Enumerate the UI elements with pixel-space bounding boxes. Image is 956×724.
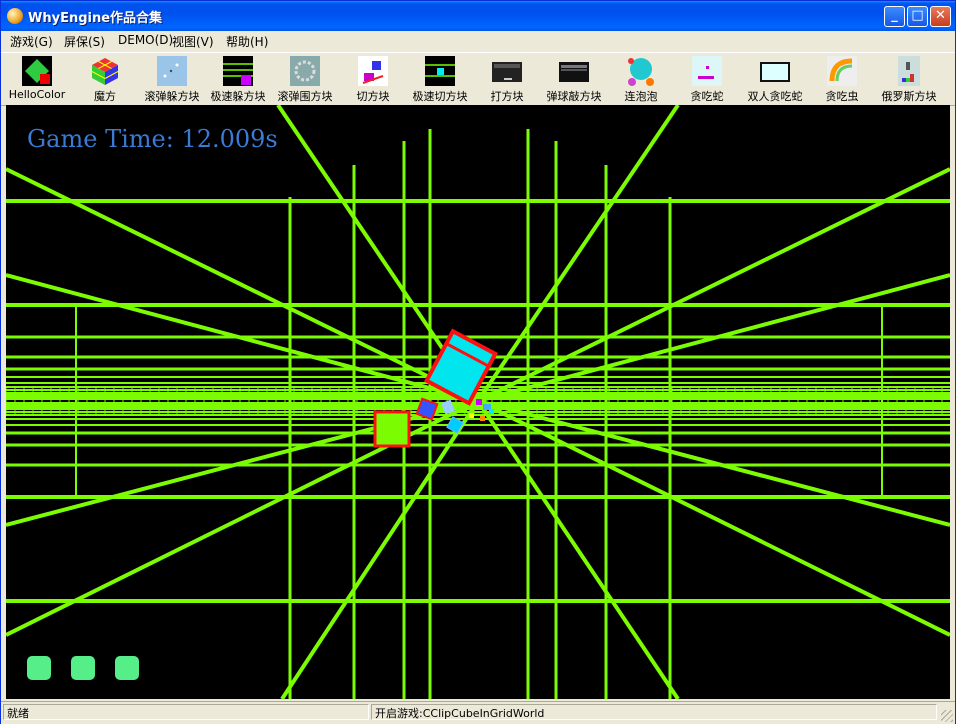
menu-game[interactable]: 游戏(G): [10, 33, 53, 50]
menu-view[interactable]: 视图(V): [172, 33, 214, 50]
tool-label: 极速切方块: [412, 90, 468, 103]
tool-rolling-ball-dodge[interactable]: 滚弹躲方块: [140, 55, 204, 103]
cut-cube-icon: [358, 56, 388, 86]
tool-speed-cut[interactable]: 极速切方块: [406, 55, 474, 103]
rolling-ball-surround-icon: [290, 56, 320, 86]
cube-fragments: [415, 397, 494, 434]
life-indicator: [71, 656, 95, 680]
hellocolor-icon: [22, 56, 52, 86]
tool-snake[interactable]: 贪吃蛇: [676, 55, 738, 103]
tool-two-player-snake[interactable]: 双人贪吃蛇: [741, 55, 809, 103]
speed-dodge-icon: [223, 56, 253, 86]
app-window: WhyEngine作品合集 _ □ ✕ 游戏(G) 屏保(S) DEMO(D) …: [0, 0, 956, 724]
app-icon: [7, 8, 23, 24]
tool-rubiks-cube[interactable]: 魔方: [73, 55, 137, 103]
tool-speed-dodge[interactable]: 极速躲方块: [206, 55, 270, 103]
worm-icon: [827, 56, 857, 86]
close-button[interactable]: ✕: [930, 6, 951, 27]
tool-hit-block[interactable]: 打方块: [477, 55, 537, 103]
hit-block-icon: [492, 62, 522, 82]
menu-demo[interactable]: DEMO(D): [118, 33, 173, 47]
menu-screensaver[interactable]: 屏保(S): [64, 33, 105, 50]
game-objects: [373, 328, 498, 448]
rolling-ball-dodge-icon: [157, 56, 187, 86]
tool-cut-cube[interactable]: 切方块: [342, 55, 404, 103]
bubble-icon: [628, 58, 654, 86]
speed-cut-icon: [425, 56, 455, 86]
tool-label: 魔方: [94, 90, 116, 103]
game-canvas[interactable]: Game Time: 12.009s: [6, 105, 950, 699]
tool-label: 连泡泡: [624, 90, 658, 103]
tool-label: 滚弹围方块: [277, 90, 333, 103]
title-bar[interactable]: WhyEngine作品合集 _ □ ✕: [1, 1, 955, 31]
tool-label: 打方块: [490, 90, 524, 103]
tool-label: 弹球敲方块: [546, 90, 602, 103]
tool-label: 双人贪吃蛇: [747, 90, 803, 103]
menu-bar: 游戏(G) 屏保(S) DEMO(D) 视图(V) 帮助(H): [1, 31, 955, 51]
two-player-snake-icon: [760, 62, 790, 82]
player-cube: [373, 410, 411, 448]
pinball-block-icon: [559, 62, 589, 82]
life-indicator: [115, 656, 139, 680]
tool-bubble[interactable]: 连泡泡: [609, 55, 673, 103]
tool-hellocolor[interactable]: HelloColor: [5, 55, 69, 103]
toolbar: HelloColor 魔方 滚弹躲方块 极速躲方块 滚弹围方块 切方块 极速切方…: [1, 52, 955, 106]
status-ready: 就绪: [3, 704, 369, 720]
tool-label: 切方块: [356, 90, 390, 103]
flying-cube: [423, 328, 498, 406]
status-bar: 就绪 开启游戏:CClipCubeInGridWorld: [1, 701, 955, 724]
tool-pinball-block[interactable]: 弹球敲方块: [541, 55, 607, 103]
tool-worm[interactable]: 贪吃虫: [811, 55, 873, 103]
game-time-label: Game Time: 12.009s: [27, 125, 278, 153]
tool-label: 贪吃蛇: [690, 90, 724, 103]
snake-icon: [692, 56, 722, 86]
minimize-button[interactable]: _: [884, 6, 905, 27]
window-title: WhyEngine作品合集: [28, 11, 163, 26]
tool-tetris[interactable]: 俄罗斯方块: [875, 55, 943, 103]
tool-rolling-ball-surround[interactable]: 滚弹围方块: [272, 55, 338, 103]
tool-label: 贪吃虫: [825, 90, 859, 103]
tetris-icon: [898, 56, 920, 86]
life-indicator: [27, 656, 51, 680]
tool-label: 俄罗斯方块: [881, 90, 937, 103]
rubiks-cube-icon: [91, 58, 119, 85]
tool-label: 滚弹躲方块: [144, 90, 200, 103]
resize-grip[interactable]: [941, 710, 953, 722]
tool-label: HelloColor: [8, 88, 66, 101]
status-game-info: 开启游戏:CClipCubeInGridWorld: [371, 704, 937, 720]
maximize-button[interactable]: □: [907, 6, 928, 27]
tool-label: 极速躲方块: [210, 90, 266, 103]
menu-help[interactable]: 帮助(H): [226, 33, 268, 50]
